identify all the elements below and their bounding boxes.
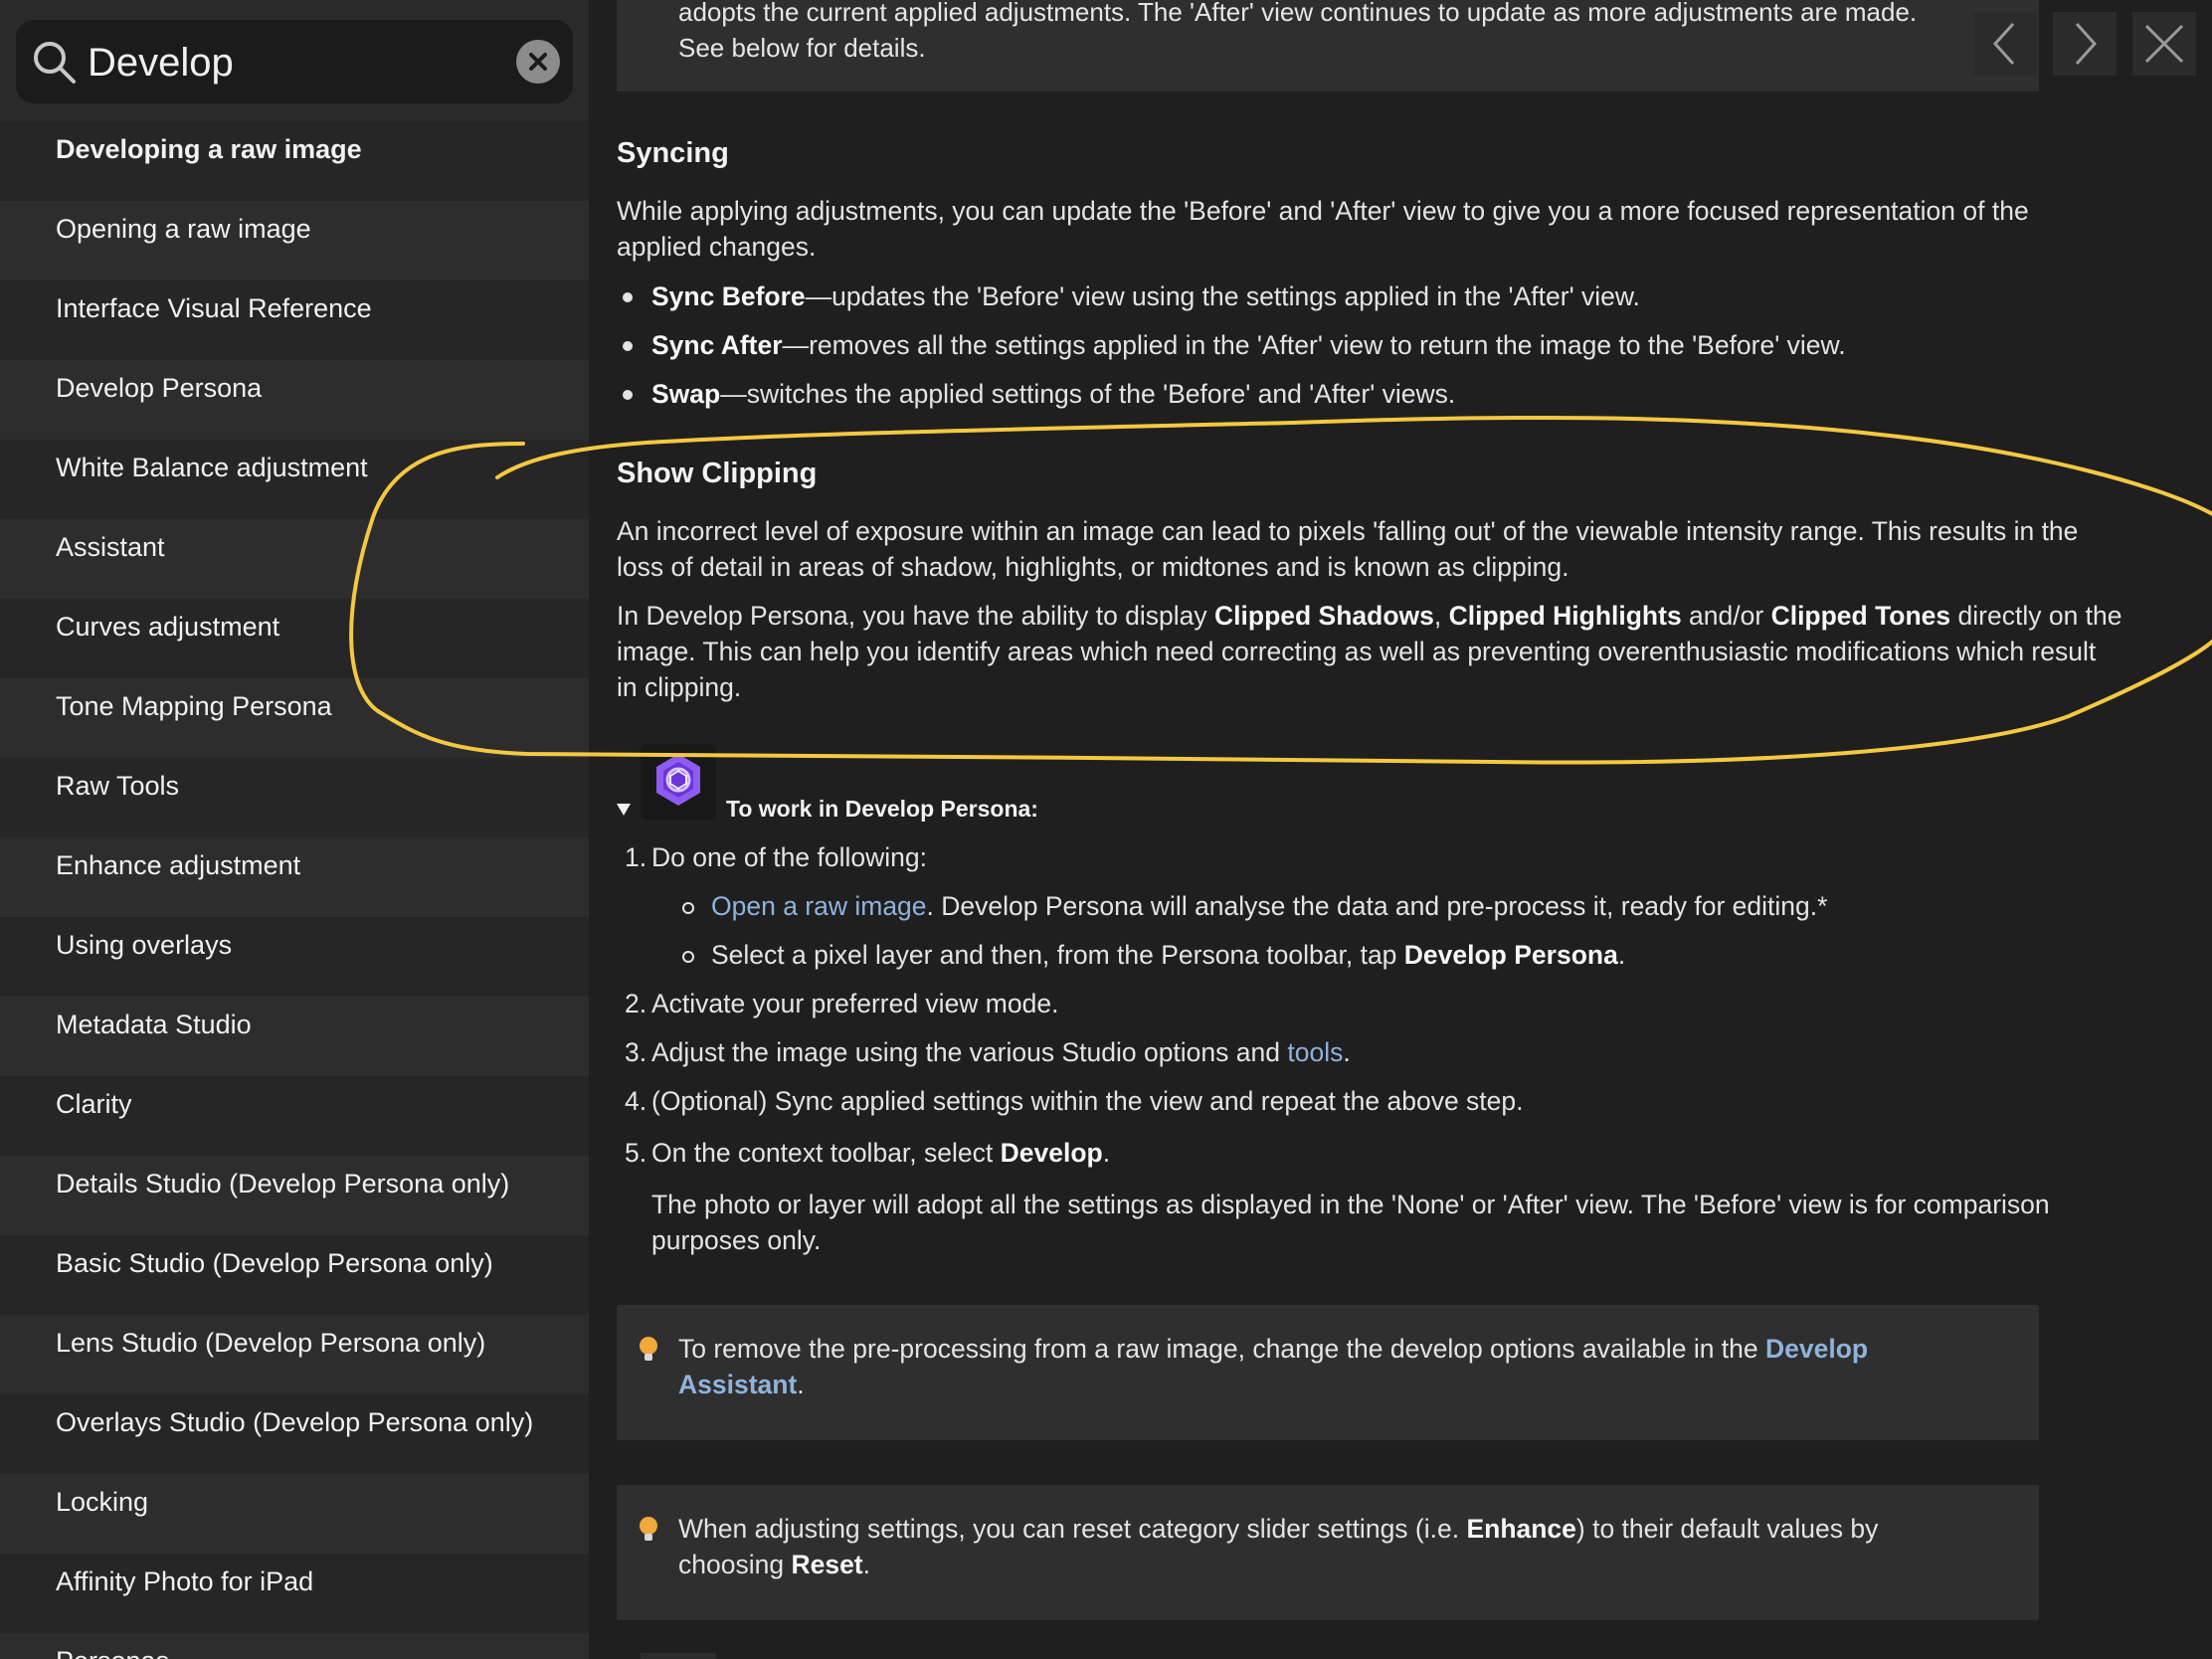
sidebar-item-affinity-photo-for-ipad[interactable]: Affinity Photo for iPad <box>0 1554 589 1633</box>
search-input[interactable] <box>86 32 507 93</box>
syncing-heading: Syncing <box>617 137 729 169</box>
help-content: adopts the current applied adjustments. … <box>589 0 2212 1659</box>
sidebar-item-clarity[interactable]: Clarity <box>0 1076 589 1156</box>
sidebar-item-interface-visual-reference[interactable]: Interface Visual Reference <box>0 280 589 360</box>
sidebar-item-personas[interactable]: Personas <box>0 1633 589 1659</box>
lightbulb-icon <box>640 1337 657 1361</box>
procedure-title[interactable]: To work in Develop Persona: <box>726 796 1038 823</box>
next-page-button[interactable] <box>2053 12 2117 76</box>
show-clipping-paragraph: An incorrect level of exposure within an… <box>617 516 2079 582</box>
search-box[interactable] <box>16 20 573 103</box>
sidebar-item-raw-tools[interactable]: Raw Tools <box>0 758 589 837</box>
sidebar-item-opening-a-raw-image[interactable]: Opening a raw image <box>0 201 589 280</box>
chevron-left-icon <box>1992 22 2015 66</box>
sidebar-item-lens-studio[interactable]: Lens Studio (Develop Persona only) <box>0 1315 589 1394</box>
develop-persona-icon <box>641 744 716 820</box>
info-box-line: See below for details. <box>678 33 926 63</box>
sidebar-item-using-overlays[interactable]: Using overlays <box>0 917 589 997</box>
info-box-line: adopts the current applied adjustments. … <box>678 0 1918 27</box>
sidebar-item-develop-persona[interactable]: Develop Persona <box>0 360 589 440</box>
search-bar <box>0 0 589 121</box>
search-icon <box>34 42 76 84</box>
sidebar-item-assistant[interactable]: Assistant <box>0 519 589 599</box>
disclosure-triangle-icon[interactable] <box>617 804 631 816</box>
close-icon <box>529 53 547 71</box>
develop-assistant-link[interactable]: Develop <box>1765 1334 1868 1364</box>
sub-bullet-icon <box>682 902 694 914</box>
lightbulb-icon <box>640 1517 657 1541</box>
sidebar-item-basic-studio[interactable]: Basic Studio (Develop Persona only) <box>0 1235 589 1315</box>
sidebar-item-white-balance-adjustment[interactable]: White Balance adjustment <box>0 440 589 519</box>
sidebar-item-overlays-studio[interactable]: Overlays Studio (Develop Persona only) <box>0 1394 589 1474</box>
show-clipping-heading: Show Clipping <box>617 458 818 489</box>
tools-link[interactable]: tools <box>1287 1037 1343 1067</box>
sidebar-item-developing-a-raw-image[interactable]: Developing a raw image <box>0 121 589 201</box>
tip-box: When adjusting settings, you can reset c… <box>617 1485 2039 1620</box>
search-results-list: Developing a raw image Opening a raw ima… <box>0 121 589 1659</box>
chevron-right-icon <box>2075 22 2098 66</box>
sidebar-item-enhance-adjustment[interactable]: Enhance adjustment <box>0 837 589 917</box>
step-note: The photo or layer will adopt all the se… <box>651 1190 2050 1255</box>
previous-page-button[interactable] <box>1973 12 2037 76</box>
sidebar-item-curves-adjustment[interactable]: Curves adjustment <box>0 599 589 678</box>
tip-box: To remove the pre-processing from a raw … <box>617 1305 2039 1440</box>
open-raw-image-link[interactable]: Open a raw image <box>711 891 927 921</box>
sidebar-item-tone-mapping-persona[interactable]: Tone Mapping Persona <box>0 678 589 758</box>
bullet-icon <box>623 341 633 351</box>
sidebar-item-details-studio[interactable]: Details Studio (Develop Persona only) <box>0 1156 589 1235</box>
sidebar: Developing a raw image Opening a raw ima… <box>0 0 589 1659</box>
bullet-icon <box>623 390 633 400</box>
close-icon <box>2144 24 2184 64</box>
syncing-paragraph: While applying adjustments, you can upda… <box>617 196 2029 262</box>
sidebar-item-locking[interactable]: Locking <box>0 1474 589 1554</box>
clear-search-button[interactable] <box>516 40 560 84</box>
show-clipping-paragraph: In Develop Persona, you have the ability… <box>617 601 2122 702</box>
develop-assistant-link[interactable]: Assistant <box>678 1370 797 1399</box>
sidebar-item-metadata-studio[interactable]: Metadata Studio <box>0 997 589 1076</box>
close-help-button[interactable] <box>2132 12 2196 76</box>
sub-bullet-icon <box>682 951 694 963</box>
next-icon-partial <box>641 1653 716 1659</box>
bullet-icon <box>623 292 633 302</box>
info-box: adopts the current applied adjustments. … <box>617 0 2039 92</box>
